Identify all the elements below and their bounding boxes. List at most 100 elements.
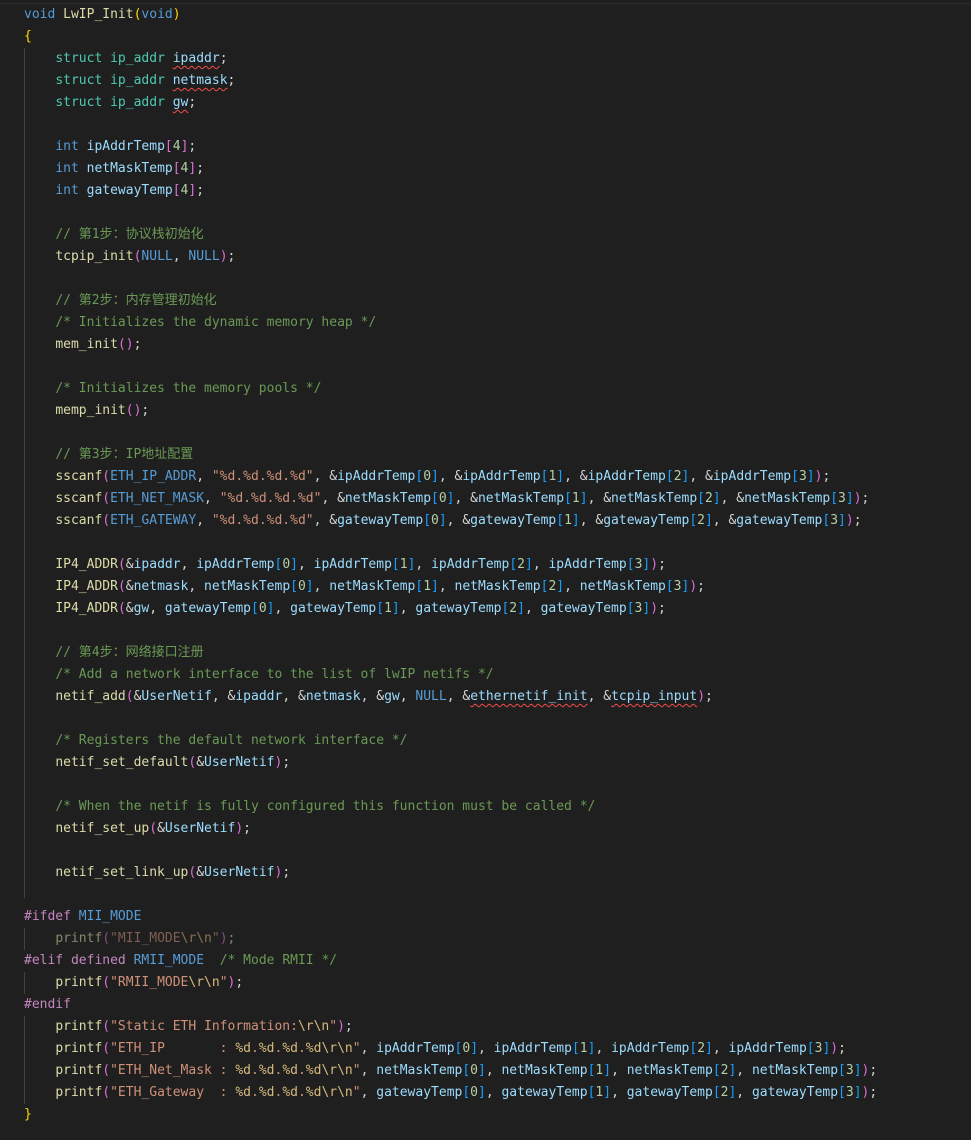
code-token: gatewayTemp	[470, 513, 557, 528]
code-token: "	[219, 975, 228, 990]
code-line[interactable]: netif_set_link_up(&UserNetif);	[0, 862, 971, 884]
code-line[interactable]: // 第2步：内存管理初始化	[0, 290, 971, 312]
code-token: ]	[525, 557, 533, 572]
code-line[interactable]: /* Registers the default network interfa…	[0, 730, 971, 752]
code-line[interactable]	[0, 708, 971, 730]
code-line[interactable]: IP4_ADDR(&ipaddr, ipAddrTemp[0], ipAddrT…	[0, 554, 971, 576]
code-token: 1	[571, 491, 580, 506]
code-line[interactable]: #endif	[0, 994, 971, 1016]
code-line[interactable]: // 第3步：IP地址配置	[0, 444, 971, 466]
code-line[interactable]	[0, 532, 971, 554]
code-token: 3	[830, 513, 839, 528]
code-line[interactable]: // 第4步：网络接口注册	[0, 642, 971, 664]
code-line[interactable]: int gatewayTemp[4];	[0, 180, 971, 202]
error-token: ipaddr	[172, 51, 220, 66]
code-token: printf	[55, 1041, 103, 1056]
code-line[interactable]: printf("MII_MODE\r\n");	[0, 928, 971, 950]
code-line[interactable]: IP4_ADDR(&gw, gatewayTemp[0], gatewayTem…	[0, 598, 971, 620]
code-line[interactable]: netif_add(&UserNetif, &ipaddr, &netmask,…	[0, 686, 971, 708]
code-token: 2	[509, 601, 518, 616]
code-token: "	[211, 931, 220, 946]
code-line[interactable]: netif_set_default(&UserNetif);	[0, 752, 971, 774]
code-token: 3	[673, 579, 682, 594]
code-line[interactable]: struct ip_addr ipaddr;	[0, 48, 971, 70]
code-token: (	[102, 513, 111, 528]
code-line[interactable]: /* When the netif is fully configured th…	[0, 796, 971, 818]
code-line[interactable]: int netMaskTemp[4];	[0, 158, 971, 180]
code-line[interactable]	[0, 840, 971, 862]
code-token: [	[509, 557, 518, 572]
code-line[interactable]: int ipAddrTemp[4];	[0, 136, 971, 158]
code-token: .	[297, 1041, 306, 1056]
code-line[interactable]: void LwIP_Init(void)	[0, 4, 971, 26]
code-token: defined	[70, 953, 126, 968]
code-token: ,	[196, 469, 212, 484]
code-token: 2	[673, 469, 682, 484]
code-token: ipAddrTemp	[431, 557, 510, 572]
code-line[interactable]: mem_init();	[0, 334, 971, 356]
code-token: ;	[282, 865, 291, 880]
code-line[interactable]: sscanf(ETH_IP_ADDR, "%d.%d.%d.%d", &ipAd…	[0, 466, 971, 488]
code-line[interactable]: netif_set_up(&UserNetif);	[0, 818, 971, 840]
code-line[interactable]: /* Initializes the dynamic memory heap *…	[0, 312, 971, 334]
code-token: 0	[438, 491, 447, 506]
code-line[interactable]	[0, 114, 971, 136]
code-token: ]	[853, 1063, 862, 1078]
code-line[interactable]: memp_init();	[0, 400, 971, 422]
code-line[interactable]	[0, 884, 971, 906]
code-line[interactable]: /* Initializes the memory pools */	[0, 378, 971, 400]
code-line[interactable]	[0, 774, 971, 796]
code-token: [	[431, 491, 439, 506]
code-token: [	[689, 513, 698, 528]
code-line[interactable]: tcpip_init(NULL, NULL);	[0, 246, 971, 268]
code-editor[interactable]: void LwIP_Init(void){ struct ip_addr ipa…	[0, 0, 971, 1140]
code-token: int	[55, 161, 79, 176]
code-line[interactable]: printf("Static ETH Information:\r\n");	[0, 1016, 971, 1038]
code-token: ipAddrTemp	[462, 469, 541, 484]
code-token: ,	[274, 601, 291, 616]
code-line[interactable]: struct ip_addr gw;	[0, 92, 971, 114]
code-token: netMaskTemp	[626, 1063, 713, 1078]
code-line[interactable]: IP4_ADDR(&netmask, netMaskTemp[0], netMa…	[0, 576, 971, 598]
code-token: sscanf	[55, 469, 103, 484]
code-line[interactable]: {	[0, 26, 971, 48]
code-token: %d\r\n	[305, 1085, 353, 1100]
code-token: ,	[399, 601, 416, 616]
code-token: )	[172, 7, 181, 22]
code-line[interactable]: }	[0, 1104, 971, 1126]
code-line[interactable]: printf("ETH_IP : %d.%d.%d.%d\r\n", ipAdd…	[0, 1038, 971, 1060]
code-token: ;	[196, 161, 205, 176]
code-line[interactable]: /* Add a network interface to the list o…	[0, 664, 971, 686]
code-token: ,	[736, 1085, 752, 1100]
code-line[interactable]: struct ip_addr netmask;	[0, 70, 971, 92]
code-line[interactable]	[0, 202, 971, 224]
code-line[interactable]	[0, 620, 971, 642]
code-token: netMaskTemp	[611, 491, 698, 506]
code-line[interactable]: // 第1步：协议栈初始化	[0, 224, 971, 246]
code-line[interactable]: printf("ETH_Gateway : %d.%d.%d.%d\r\n", …	[0, 1082, 971, 1104]
code-line[interactable]: #elif defined RMII_MODE /* Mode RMII */	[0, 950, 971, 972]
code-token: UserNetif	[164, 821, 236, 836]
code-line[interactable]: printf("ETH_Net_Mask : %d.%d.%d.%d\r\n",…	[0, 1060, 971, 1082]
code-line[interactable]: printf("RMII_MODE\r\n");	[0, 972, 971, 994]
code-token: \r\n	[188, 975, 220, 990]
code-token: IP4_ADDR	[55, 557, 118, 572]
code-token: ()	[125, 403, 142, 418]
code-line[interactable]	[0, 268, 971, 290]
code-line[interactable]: #ifdef MII_MODE	[0, 906, 971, 928]
code-token: #elif	[24, 953, 64, 968]
code-line[interactable]	[0, 356, 971, 378]
code-line[interactable]: sscanf(ETH_NET_MASK, "%d.%d.%d.%d", &net…	[0, 488, 971, 510]
code-line[interactable]	[0, 422, 971, 444]
code-token: %d	[282, 1041, 298, 1056]
code-token: 1	[579, 1041, 588, 1056]
code-token: .	[297, 1085, 306, 1100]
code-line[interactable]: sscanf(ETH_GATEWAY, "%d.%d.%d.%d", &gate…	[0, 510, 971, 532]
